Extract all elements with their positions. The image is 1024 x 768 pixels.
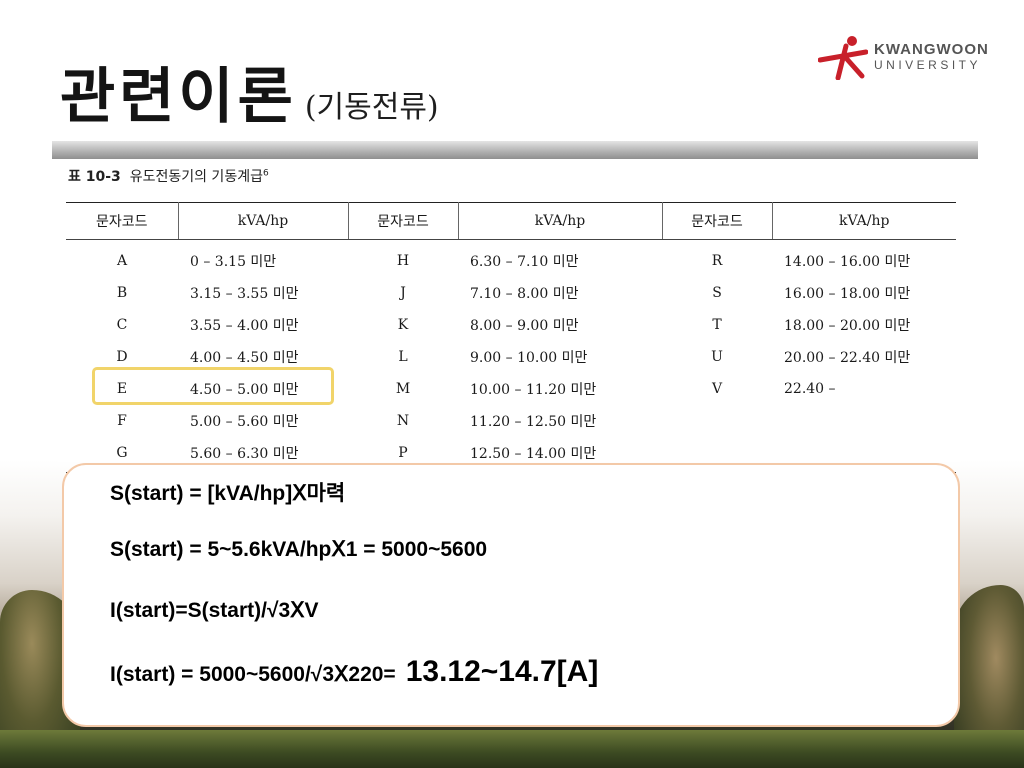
row-e-highlight-box xyxy=(92,367,334,405)
kwangwoon-emblem-icon xyxy=(818,36,868,80)
table-cell: 0 – 3.15 미만 xyxy=(190,254,277,270)
table-cell: 16.00 – 18.00 미만 xyxy=(784,286,911,302)
table-caption-ref: 6 xyxy=(262,168,269,179)
table-cell: N xyxy=(396,413,410,429)
formula-line-4: I(start) = 5000~5600/√3Ⅹ220= 13.12~14.7[A… xyxy=(110,655,598,689)
formula-line-3: I(start)=S(start)/√3ⅩV xyxy=(110,599,319,622)
title-divider-bar xyxy=(52,141,978,159)
table-cell: C xyxy=(116,317,128,333)
logo-wordmark: KWANGWOON UNIVERSITY xyxy=(874,41,989,72)
table-cell: M xyxy=(395,381,411,397)
table-cell: 3.15 – 3.55 미만 xyxy=(190,286,299,302)
table-header: 문자코드 xyxy=(348,202,459,240)
slide-title: 관련이론 (기동전류) xyxy=(60,48,439,135)
table-row: A 0 – 3.15 미만 H 6.30 – 7.10 미만 R 14.00 –… xyxy=(66,240,956,278)
table-header: 문자코드 xyxy=(662,202,773,240)
table-cell: H xyxy=(396,253,410,269)
table-cell: 20.00 – 22.40 미만 xyxy=(784,350,911,366)
slide-title-sub: (기동전류) xyxy=(304,90,439,125)
table-header: kVA/hp xyxy=(458,202,663,240)
table-cell: 5.00 – 5.60 미만 xyxy=(190,414,299,430)
table-cell: R xyxy=(711,253,723,269)
formula-line-1: S(start) = [kVA/hp]Ⅹ마력 xyxy=(110,482,346,505)
table-cell: 11.20 – 12.50 미만 xyxy=(470,414,597,430)
table-cell: A xyxy=(116,253,128,269)
table-header: kVA/hp xyxy=(772,202,956,240)
table-cell: T xyxy=(712,317,722,333)
slide-title-main: 관련이론 xyxy=(60,62,297,132)
table-cell: F xyxy=(117,413,127,429)
table-cell: S xyxy=(712,285,722,301)
table-cell: L xyxy=(398,349,408,365)
background-ground xyxy=(0,730,1024,768)
table-header-row: 문자코드 kVA/hp 문자코드 kVA/hp 문자코드 kVA/hp xyxy=(66,202,956,240)
table-row: B 3.15 – 3.55 미만 J 7.10 – 8.00 미만 S 16.0… xyxy=(66,277,956,309)
formula-line-2: S(start) = 5~5.6kVA/hpⅩ1 = 5000~5600 xyxy=(110,538,488,561)
logo-line2: UNIVERSITY xyxy=(874,57,982,72)
start-code-table-panel: 표 10-3 유도전동기의 기동계급6 문자코드 kVA/hp 문자코드 kVA… xyxy=(58,160,960,473)
formula-result: 13.12~14.7[A] xyxy=(405,655,599,688)
table-cell: 22.40 – xyxy=(784,381,836,397)
table-cell: 10.00 – 11.20 미만 xyxy=(470,382,597,398)
table-header: 문자코드 xyxy=(66,202,179,240)
table-cell: U xyxy=(711,349,723,365)
start-code-table: 문자코드 kVA/hp 문자코드 kVA/hp 문자코드 kVA/hp A 0 … xyxy=(66,202,956,473)
calculation-box: S(start) = [kVA/hp]Ⅹ마력 S(start) = 5~5.6k… xyxy=(62,463,960,727)
table-cell: 14.00 – 16.00 미만 xyxy=(784,254,911,270)
table-cell: 7.10 – 8.00 미만 xyxy=(470,286,579,302)
table-cell: K xyxy=(397,317,409,333)
table-cell xyxy=(662,405,772,437)
table-caption-label: 표 10-3 xyxy=(68,169,121,185)
table-cell: J xyxy=(400,285,406,301)
table-row: C 3.55 – 4.00 미만 K 8.00 – 9.00 미만 T 18.0… xyxy=(66,309,956,341)
table-cell xyxy=(772,405,956,437)
table-header: kVA/hp xyxy=(178,202,349,240)
university-logo: KWANGWOON UNIVERSITY xyxy=(818,34,989,80)
table-cell: B xyxy=(116,285,128,301)
table-cell: V xyxy=(711,381,723,397)
table-cell: 6.30 – 7.10 미만 xyxy=(470,254,579,270)
table-cell: 8.00 – 9.00 미만 xyxy=(470,318,579,334)
table-caption-text: 유도전동기의 기동계급 xyxy=(129,169,263,185)
table-cell: 18.00 – 20.00 미만 xyxy=(784,318,911,334)
table-cell: 9.00 – 10.00 미만 xyxy=(470,350,588,366)
logo-line1: KWANGWOON xyxy=(874,41,989,59)
table-caption: 표 10-3 유도전동기의 기동계급6 xyxy=(68,166,269,186)
table-row: F 5.00 – 5.60 미만 N 11.20 – 12.50 미만 xyxy=(66,405,956,437)
table-cell: 3.55 – 4.00 미만 xyxy=(190,318,299,334)
formula-line-4-expression: I(start) = 5000~5600/√3Ⅹ220= xyxy=(110,663,396,686)
